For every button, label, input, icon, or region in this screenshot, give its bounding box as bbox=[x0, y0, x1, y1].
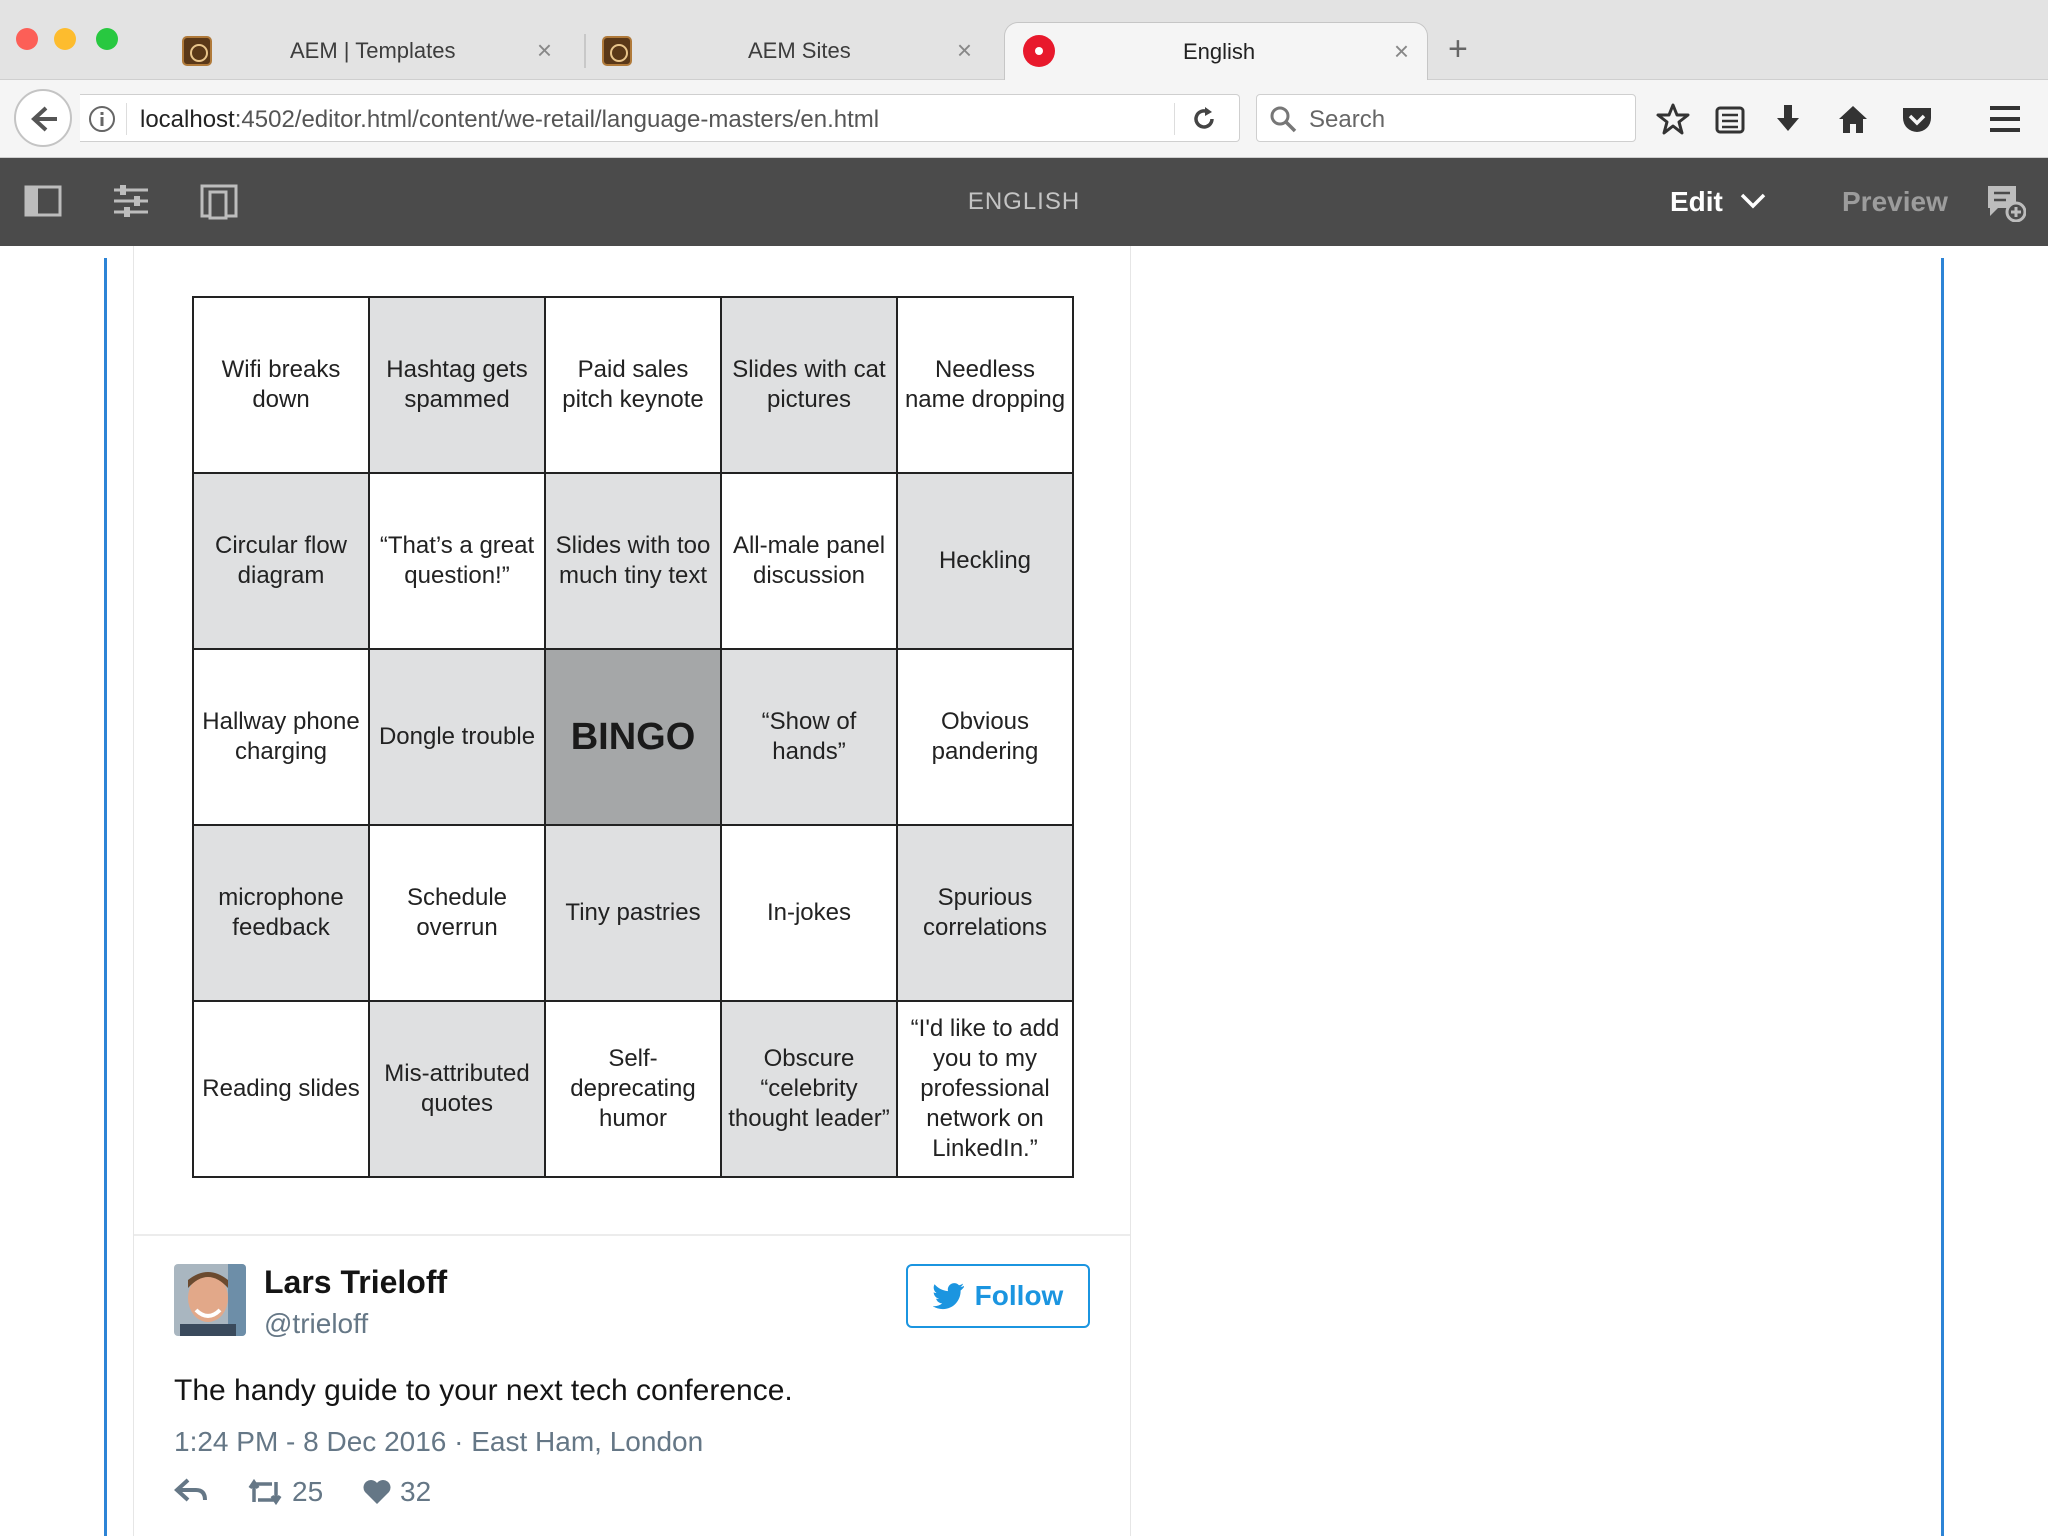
bingo-cell: Obvious pandering bbox=[898, 650, 1074, 826]
page-content: Wifi breaks down Hashtag gets spammed Paid… bbox=[0, 246, 2048, 1536]
chevron-down-icon[interactable] bbox=[1740, 192, 1766, 210]
bingo-cell: Spurious correlations bbox=[898, 826, 1074, 1002]
search-placeholder: Search bbox=[1309, 106, 1386, 133]
follow-button[interactable]: Follow bbox=[906, 1264, 1090, 1328]
record-favicon-icon bbox=[1023, 35, 1055, 67]
tab-aem-sites[interactable]: AEM Sites × bbox=[560, 22, 990, 80]
back-arrow-icon bbox=[29, 104, 59, 134]
hamburger-menu-icon[interactable] bbox=[1988, 104, 2022, 134]
bingo-center-cell: BINGO bbox=[546, 650, 722, 826]
retweet-icon bbox=[246, 1478, 284, 1506]
url-text[interactable]: localhost:4502/editor.html/content/we-re… bbox=[140, 106, 879, 134]
reading-list-icon[interactable] bbox=[1714, 102, 1746, 136]
twitter-bird-icon bbox=[932, 1282, 965, 1310]
editable-outline bbox=[1941, 258, 1944, 1536]
zoom-window-button[interactable] bbox=[96, 28, 118, 50]
close-window-button[interactable] bbox=[16, 28, 38, 50]
bingo-cell: Dongle trouble bbox=[370, 650, 546, 826]
retweet-count: 25 bbox=[292, 1476, 324, 1507]
annotate-icon[interactable] bbox=[1986, 184, 2026, 222]
browser-nav-bar: localhost:4502/editor.html/content/we-re… bbox=[0, 80, 2048, 158]
bingo-cell: Hashtag gets spammed bbox=[370, 298, 546, 474]
search-bar[interactable]: Search bbox=[1256, 94, 1636, 142]
bingo-cell: Self-deprecating humor bbox=[546, 1002, 722, 1178]
info-icon[interactable] bbox=[88, 105, 116, 133]
bingo-cell: “That’s a great question!” bbox=[370, 474, 546, 650]
bingo-cell: Heckling bbox=[898, 474, 1074, 650]
bingo-cell: Paid sales pitch keynote bbox=[546, 298, 722, 474]
bingo-cell: Reading slides bbox=[194, 1002, 370, 1178]
mode-selector[interactable]: Edit bbox=[1670, 186, 1723, 218]
bingo-cell: “Show of hands” bbox=[722, 650, 898, 826]
bingo-card-image: Wifi breaks down Hashtag gets spammed Paid… bbox=[192, 296, 1074, 1178]
preview-button[interactable]: Preview bbox=[1842, 186, 1948, 218]
home-icon[interactable] bbox=[1836, 102, 1870, 136]
heart-icon bbox=[362, 1478, 392, 1506]
editable-outline bbox=[104, 258, 107, 1536]
tweet-author-name[interactable]: Lars Trieloff bbox=[264, 1264, 447, 1301]
tab-english[interactable]: English × bbox=[1004, 22, 1428, 80]
aem-favicon-icon bbox=[602, 36, 632, 66]
download-icon[interactable] bbox=[1772, 102, 1804, 136]
bingo-cell: “I'd like to add you to my professional … bbox=[898, 1002, 1074, 1178]
search-icon bbox=[1269, 105, 1297, 133]
minimize-window-button[interactable] bbox=[54, 28, 76, 50]
pocket-icon[interactable] bbox=[1900, 102, 1934, 136]
aem-editor-toolbar: ENGLISH Edit Preview bbox=[0, 158, 2048, 246]
bingo-cell: In-jokes bbox=[722, 826, 898, 1002]
bingo-cell: Mis-attributed quotes bbox=[370, 1002, 546, 1178]
tab-label: AEM | Templates bbox=[290, 38, 456, 63]
bingo-cell: Tiny pastries bbox=[546, 826, 722, 1002]
like-count: 32 bbox=[400, 1476, 432, 1507]
bingo-cell: All-male panel discussion bbox=[722, 474, 898, 650]
reload-icon[interactable] bbox=[1190, 105, 1218, 133]
retweet-button[interactable]: 25 bbox=[246, 1476, 323, 1508]
close-tab-icon[interactable]: × bbox=[1394, 37, 1409, 65]
bingo-cell: Schedule overrun bbox=[370, 826, 546, 1002]
bingo-cell: Circular flow diagram bbox=[194, 474, 370, 650]
bingo-cell: Needless name dropping bbox=[898, 298, 1074, 474]
aem-favicon-icon bbox=[182, 36, 212, 66]
tweet-text: The handy guide to your next tech confer… bbox=[174, 1374, 793, 1407]
tab-label: AEM Sites bbox=[748, 38, 851, 63]
bingo-cell: Wifi breaks down bbox=[194, 298, 370, 474]
back-button[interactable] bbox=[14, 89, 72, 147]
browser-tab-bar: AEM | Templates × AEM Sites × English × … bbox=[0, 0, 2048, 80]
bingo-cell: microphone feedback bbox=[194, 826, 370, 1002]
reply-button[interactable] bbox=[174, 1476, 208, 1504]
new-tab-icon[interactable]: + bbox=[1448, 32, 1468, 66]
divider bbox=[134, 1234, 1130, 1236]
avatar[interactable] bbox=[174, 1264, 246, 1336]
bingo-cell: Slides with too much tiny text bbox=[546, 474, 722, 650]
bingo-cell: Hallway phone charging bbox=[194, 650, 370, 826]
like-button[interactable]: 32 bbox=[362, 1476, 431, 1508]
close-tab-icon[interactable]: × bbox=[957, 36, 972, 64]
bookmark-star-icon[interactable] bbox=[1656, 102, 1690, 136]
tweet-author-handle[interactable]: @trieloff bbox=[264, 1308, 368, 1340]
tab-aem-templates[interactable]: AEM | Templates × bbox=[140, 22, 570, 80]
tab-label: English bbox=[1183, 39, 1256, 64]
bingo-cell: Slides with cat pictures bbox=[722, 298, 898, 474]
tweet-timestamp-location[interactable]: 1:24 PM - 8 Dec 2016 · East Ham, London bbox=[174, 1426, 703, 1458]
bingo-cell: Obscure “celebrity thought leader” bbox=[722, 1002, 898, 1178]
close-tab-icon[interactable]: × bbox=[537, 36, 552, 64]
follow-label: Follow bbox=[974, 1280, 1064, 1311]
address-bar[interactable]: localhost:4502/editor.html/content/we-re… bbox=[80, 94, 1240, 142]
reply-icon bbox=[174, 1476, 208, 1504]
